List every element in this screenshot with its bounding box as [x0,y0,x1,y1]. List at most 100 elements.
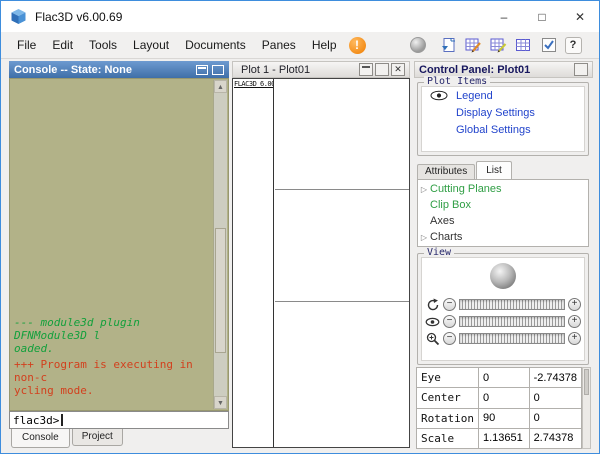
trackball-sphere[interactable] [490,263,516,289]
text-caret [61,414,63,426]
window-title: Flac3D v6.00.69 [35,10,122,24]
legend-link[interactable]: Legend [456,90,493,102]
console-output: --- module3d plugin DFNModule3D l oaded.… [14,316,210,397]
scrollbar-thumb[interactable] [215,228,226,353]
plot-close-button[interactable]: ✕ [391,63,405,76]
display-settings-link[interactable]: Display Settings [456,107,535,119]
console-line: ycling mode. [14,384,210,397]
expand-arrow-icon[interactable]: ▷ [418,233,430,242]
zoom-slider[interactable] [459,333,565,344]
row-value-1[interactable]: 90 [478,408,529,428]
row-value-2[interactable]: 2.74378 [529,428,581,448]
tree-item-charts[interactable]: ▷ Charts [418,229,588,245]
app-window: Flac3D v6.00.69 – □ ✕ File Edit Tools La… [0,0,600,454]
row-value-2[interactable]: 0 [529,408,581,428]
control-panel-title: Control Panel: Plot01 [419,64,530,76]
control-panel-tabs: Attributes List [417,162,513,179]
pane-shade-button[interactable] [196,65,208,75]
plot-legend: FLAC3D 6.00 [233,79,274,447]
tree-item-cutting-planes[interactable]: ▷ Cutting Planes [418,181,588,197]
global-settings-row: Global Settings [422,121,584,138]
plot-title: Plot 1 - Plot01 [241,64,310,76]
warning-icon[interactable]: ! [349,37,366,54]
menu-file[interactable]: File [9,34,44,56]
tab-project[interactable]: Project [72,429,123,446]
tab-console[interactable]: Console [11,429,70,448]
menu-layout[interactable]: Layout [125,34,177,56]
row-value-1[interactable]: 0 [478,388,529,408]
display-settings-row: Display Settings [422,104,584,121]
rotate-slider[interactable] [459,299,565,310]
checkbox-icon[interactable] [540,36,558,54]
table-scrollbar[interactable] [582,367,591,449]
zoom-icon [425,332,440,346]
control-panel-float-button[interactable] [574,63,588,76]
row-value-1[interactable]: 0 [478,368,529,388]
console-line: --- module3d plugin DFNModule3D l [14,316,210,342]
table-edit-alt-icon[interactable] [490,36,508,54]
menu-help[interactable]: Help [304,34,345,56]
close-button[interactable]: ✕ [561,1,599,32]
table-icon[interactable] [515,36,533,54]
eye-icon [425,315,440,329]
rotate-plus-button[interactable]: + [568,298,581,311]
row-label: Rotation [417,408,479,428]
table-row: Scale 1.13651 2.74378 [417,428,582,448]
plot-items-list: Legend Display Settings Global Settings [421,86,585,152]
control-panel: Control Panel: Plot01 Plot Items Legend [414,61,593,449]
console-prompt: flac3d> [13,414,59,427]
scroll-up-icon[interactable]: ▲ [214,80,227,93]
menu-panes[interactable]: Panes [254,34,304,56]
app-logo-icon [10,8,27,25]
eye-slider[interactable] [459,316,565,327]
help-icon[interactable]: ? [565,37,582,54]
cycle-indicator-icon[interactable] [410,37,426,53]
new-plot-document-icon[interactable] [440,36,458,54]
eye-plus-button[interactable]: + [568,315,581,328]
row-label: Scale [417,428,479,448]
view-controls: − + − + [421,257,585,361]
zoom-control-row: − + [422,330,584,347]
console-header: Console -- State: None [9,61,229,78]
console-bottom-tabs: Console Project [11,429,125,448]
table-edit-icon[interactable] [465,36,483,54]
row-value-2[interactable]: 0 [529,388,581,408]
zoom-plus-button[interactable]: + [568,332,581,345]
zoom-minus-button[interactable]: − [443,332,456,345]
console-output-area[interactable]: --- module3d plugin DFNModule3D l oaded.… [9,78,229,411]
window-controls: – □ ✕ [485,1,599,32]
legend-title: FLAC3D 6.00 [233,79,273,89]
expand-arrow-icon[interactable]: ▷ [418,185,430,194]
table-row: Rotation 90 0 [417,408,582,428]
menu-tools[interactable]: Tools [81,34,125,56]
plot-shade-button[interactable] [359,63,373,76]
scrollbar-thumb[interactable] [584,369,589,395]
tree-item-axes[interactable]: Axes [418,213,588,229]
console-scrollbar[interactable]: ▲ ▼ [213,80,227,409]
view-params-table: Eye 0 -2.74378 Center 0 0 Rotation 90 0 … [416,367,582,449]
row-label: Eye [417,368,479,388]
rotate-icon [425,298,440,312]
tree-item-clip-box[interactable]: Clip Box [418,197,588,213]
menu-edit[interactable]: Edit [44,34,81,56]
scroll-down-icon[interactable]: ▼ [214,396,227,409]
plot-divider-line [275,301,409,302]
maximize-button[interactable]: □ [523,1,561,32]
plot-view[interactable]: FLAC3D 6.00 [232,78,410,448]
tab-list[interactable]: List [476,161,512,179]
console-header-title: Console -- State: None [14,64,132,76]
tab-attributes[interactable]: Attributes [417,164,475,179]
rotate-minus-button[interactable]: − [443,298,456,311]
global-settings-link[interactable]: Global Settings [456,124,531,136]
menu-documents[interactable]: Documents [177,34,254,56]
row-value-1[interactable]: 1.13651 [478,428,529,448]
row-value-2[interactable]: -2.74378 [529,368,581,388]
plot-items-group: Plot Items Legend Display Settings Globa [417,82,589,156]
console-command-input[interactable]: flac3d> [9,411,229,429]
plot-float-button[interactable] [375,63,389,76]
visibility-eye-icon[interactable] [422,90,456,101]
pane-float-button[interactable] [212,65,224,75]
eye-minus-button[interactable]: − [443,315,456,328]
title-bar: Flac3D v6.00.69 – □ ✕ [1,1,599,32]
minimize-button[interactable]: – [485,1,523,32]
